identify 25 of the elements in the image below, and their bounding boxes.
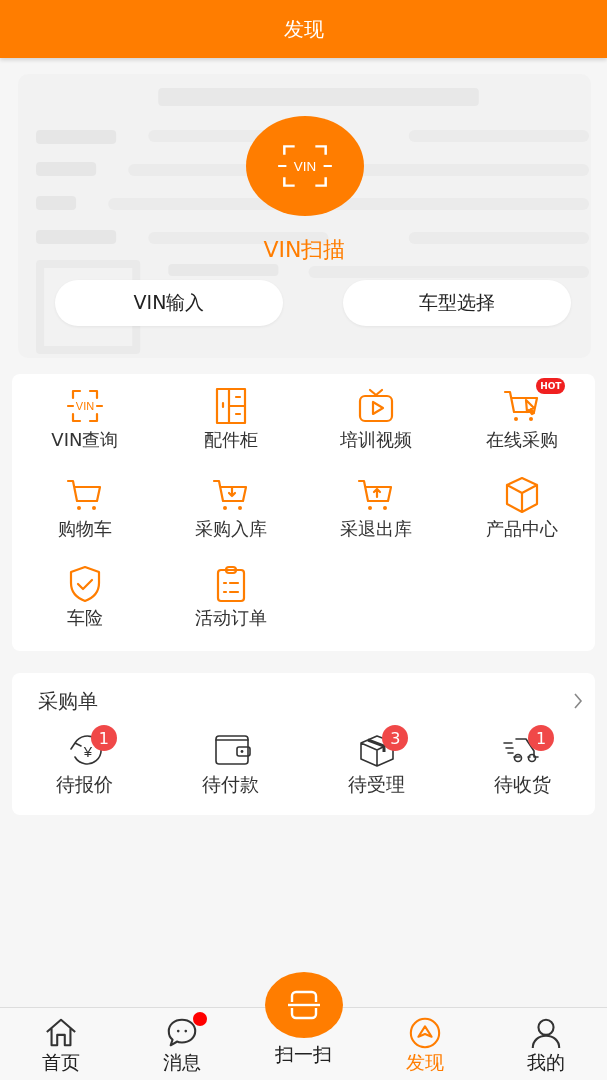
tool-item[interactable]: 购物车	[12, 465, 158, 554]
tool-item[interactable]: HOT 在线采购	[449, 376, 595, 465]
tool-item[interactable]: 产品中心	[449, 465, 595, 554]
car-model-button[interactable]: 车型选择	[343, 280, 571, 326]
tool-item[interactable]: 车险	[12, 554, 158, 643]
page-title: 发现	[283, 15, 324, 43]
tab-item[interactable]: 消息	[121, 1008, 243, 1080]
order-status-item[interactable]: 待付款	[157, 729, 304, 797]
count-badge: 1	[528, 725, 555, 751]
compass-icon	[407, 1016, 442, 1050]
tab-label[interactable]: 扫一扫	[275, 1042, 332, 1066]
notification-dot	[193, 1012, 208, 1026]
tool-item[interactable]: 采退出库	[303, 465, 450, 554]
hot-badge: HOT	[536, 378, 566, 394]
section-title: 采购单	[38, 687, 98, 715]
tool-item[interactable]: 采购入库	[157, 465, 304, 554]
tool-item[interactable]: 活动订单	[157, 554, 304, 643]
tool-item[interactable]: 配件柜	[157, 376, 304, 465]
tab-item[interactable]: 我的	[485, 1008, 607, 1080]
tool-item[interactable]: 培训视频	[303, 376, 450, 465]
tool-item[interactable]: VIN VIN查询	[12, 376, 158, 465]
count-badge: 3	[382, 725, 409, 751]
chevron-right-icon[interactable]	[573, 692, 583, 710]
tab-item[interactable]: 首页	[0, 1008, 122, 1080]
vin-input-button[interactable]: VIN输入	[55, 280, 283, 326]
